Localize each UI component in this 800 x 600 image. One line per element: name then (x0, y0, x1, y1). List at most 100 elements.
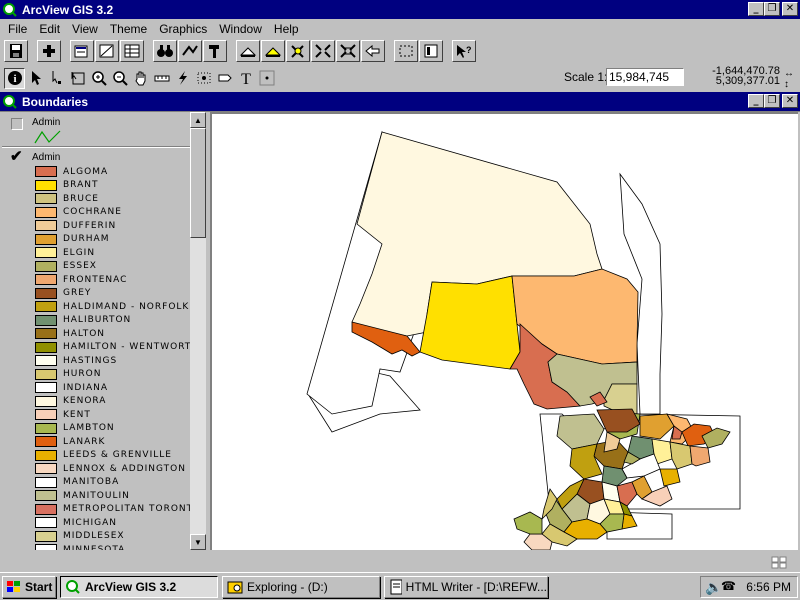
theme-visibility-checkbox[interactable] (11, 118, 23, 130)
scale-label: Scale 1: (564, 70, 608, 84)
tool-bar: i T Scale 1: 15,984,745 -1,644,470.78 5,… (0, 66, 800, 90)
zoom-in-tool[interactable] (88, 68, 109, 89)
clear-selected-button[interactable] (419, 40, 443, 62)
legend-swatch (35, 395, 57, 407)
scroll-thumb[interactable] (190, 128, 206, 238)
svg-text:?: ? (466, 45, 472, 55)
view-minimize-button[interactable]: _ (748, 94, 764, 108)
legend-swatch (35, 476, 57, 488)
app-title-bar[interactable]: ArcView GIS 3.2 _ ❐ ✕ (0, 0, 800, 19)
scroll-up-arrow[interactable]: ▲ (190, 112, 206, 128)
legend-label: LAMBTON (63, 423, 115, 433)
zoom-previous-button[interactable] (361, 40, 385, 62)
find-button[interactable] (153, 40, 177, 62)
select-feature-tool[interactable] (67, 68, 88, 89)
menu-theme[interactable]: Theme (104, 22, 153, 36)
legend-scrollbar[interactable]: ▲ ▼ (190, 112, 206, 550)
minimize-button[interactable]: _ (748, 2, 764, 16)
view-restore-button[interactable]: ❐ (764, 94, 780, 108)
menu-graphics[interactable]: Graphics (153, 22, 213, 36)
theme-properties-button[interactable] (70, 40, 94, 62)
legend-swatch (35, 355, 57, 366)
view-title-bar[interactable]: Boundaries _ ❐ ✕ (0, 92, 800, 111)
region-thunderbay-polygon (419, 275, 521, 370)
add-plus-icon (43, 45, 55, 57)
legend-entry: MANITOULIN (35, 489, 130, 502)
legend-swatch (35, 341, 57, 353)
taskbar-item-html-writer[interactable]: HTML Writer - [D:\REFW... (384, 575, 548, 598)
theme-admin-line[interactable]: Admin (2, 112, 192, 146)
legend-swatch (35, 382, 57, 393)
taskbar-item-exploring[interactable]: Exploring - (D:) (222, 575, 380, 598)
legend-entry: MANITOBA (35, 476, 119, 489)
zoom-out-button[interactable] (336, 40, 360, 62)
locate-address-button[interactable] (178, 40, 202, 62)
legend-swatch (35, 220, 57, 231)
legend-entry: KENORA (35, 395, 106, 408)
legend-label: DURHAM (63, 234, 110, 244)
legend-swatch (35, 422, 57, 434)
legend-entry: METROPOLITAN TORONTO (35, 503, 192, 516)
coord-y: 5,309,377.01 (715, 75, 780, 87)
zoom-to-active-themes-button[interactable] (261, 40, 285, 62)
legend-swatch (35, 314, 57, 326)
clock[interactable]: 6:56 PM (746, 580, 791, 594)
menu-file[interactable]: File (2, 22, 33, 36)
select-features-graphic-button[interactable] (394, 40, 418, 62)
zoom-to-selected-button[interactable] (286, 40, 310, 62)
theme-admin-polygon[interactable]: ✔ Admin (2, 149, 192, 164)
menu-edit[interactable]: Edit (33, 22, 66, 36)
legend-entry: MINNESOTA (35, 543, 125, 550)
label-tool[interactable] (214, 68, 235, 89)
text-tool[interactable]: T (235, 68, 256, 89)
windows-taskbar: Start ArcView GIS 3.2 Exploring - (D:) H… (0, 572, 800, 600)
area-of-interest-tool[interactable] (193, 68, 214, 89)
coord-arrows-icon: ↔ ↕ (784, 68, 794, 90)
start-button[interactable]: Start (2, 575, 56, 598)
help-button[interactable]: ? (452, 40, 476, 62)
theme-name: Admin (32, 117, 61, 128)
checkmark-icon[interactable]: ✔ (10, 149, 23, 164)
query-builder-button[interactable] (203, 40, 227, 62)
hand-icon (134, 71, 145, 86)
view-title: Boundaries (22, 94, 89, 109)
map-display[interactable] (210, 112, 798, 551)
menu-window[interactable]: Window (213, 22, 268, 36)
hotlink-tool[interactable] (172, 68, 193, 89)
network-icon[interactable]: ☎ (721, 579, 736, 593)
pointer-tool[interactable] (25, 68, 46, 89)
measure-tool[interactable] (151, 68, 172, 89)
legend-label: MICHIGAN (63, 517, 117, 528)
zoom-out-tool[interactable] (109, 68, 130, 89)
vertex-edit-tool[interactable] (46, 68, 67, 89)
save-project-button[interactable] (4, 40, 28, 62)
taskbar-item-arcview[interactable]: ArcView GIS 3.2 (60, 575, 218, 598)
menu-help[interactable]: Help (268, 22, 305, 36)
zoom-in-button[interactable] (311, 40, 335, 62)
close-button[interactable]: ✕ (782, 2, 798, 16)
edit-legend-button[interactable] (95, 40, 119, 62)
text-t-icon: T (241, 71, 251, 86)
scale-input[interactable]: 15,984,745 (606, 68, 684, 86)
legend-swatch (35, 260, 57, 272)
open-table-button[interactable] (120, 40, 144, 62)
speaker-icon[interactable]: 🔈 (705, 579, 722, 596)
restore-button[interactable]: ❐ (764, 2, 780, 16)
view-close-button[interactable]: ✕ (782, 94, 798, 108)
pan-tool[interactable] (130, 68, 151, 89)
draw-point-tool[interactable] (256, 68, 277, 89)
legend-entry: KENT (35, 408, 91, 421)
arcview-globe-icon (66, 579, 80, 594)
add-theme-button[interactable] (37, 40, 61, 62)
scroll-down-arrow[interactable]: ▼ (190, 534, 206, 550)
properties-icon (74, 45, 88, 58)
zoom-to-full-extent-button[interactable] (236, 40, 260, 62)
region-addington-polygon (689, 445, 711, 467)
menu-view[interactable]: View (66, 22, 104, 36)
legend-swatch (35, 287, 57, 299)
legend-label: ESSEX (63, 261, 97, 271)
identify-tool[interactable]: i (4, 67, 25, 89)
line-symbol-icon (34, 130, 61, 144)
legend-entry: BRUCE (35, 192, 99, 205)
legend-entry: LEEDS & GRENVILLE (35, 449, 172, 462)
